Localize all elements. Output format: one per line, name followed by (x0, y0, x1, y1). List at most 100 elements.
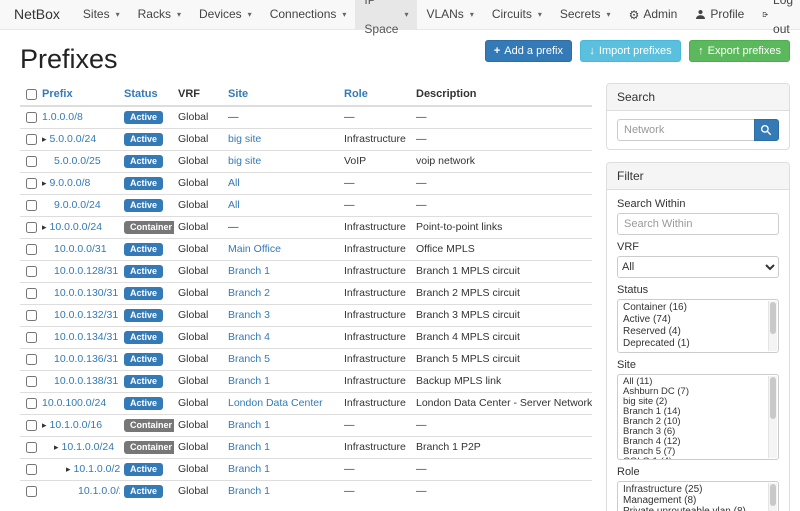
list-option[interactable]: Active (74) (620, 314, 768, 326)
list-option[interactable]: Branch 4 (12) (620, 437, 768, 447)
site-link[interactable]: London Data Center (228, 397, 323, 409)
list-option[interactable]: Branch 3 (6) (620, 427, 768, 437)
add-prefix-button[interactable]: + Add a prefix (485, 40, 572, 62)
search-button[interactable] (754, 119, 779, 141)
site-link[interactable]: Branch 1 (228, 485, 270, 497)
prefix-link[interactable]: 9.0.0.0/24 (54, 199, 101, 211)
row-checkbox[interactable] (26, 376, 37, 387)
list-option[interactable]: COLO 1 (4) (620, 457, 768, 460)
prefix-link[interactable]: 10.1.0.0/25 (74, 463, 120, 475)
prefix-link[interactable]: 10.0.0.132/31 (54, 309, 118, 321)
status-listbox[interactable]: Container (16)Active (74)Reserved (4)Dep… (617, 299, 779, 353)
scrollbar-thumb[interactable] (770, 484, 776, 506)
row-checkbox[interactable] (26, 354, 37, 365)
site-link[interactable]: Main Office (228, 243, 281, 255)
prefix-link[interactable]: 10.0.100.0/24 (42, 397, 106, 409)
nav-profile[interactable]: Profile (686, 0, 753, 29)
nav-logout[interactable]: Log out (753, 0, 800, 29)
nav-item-ip-space[interactable]: IP Space▾ (355, 0, 417, 29)
nav-item-racks[interactable]: Racks▾ (129, 0, 190, 29)
column-header-prefix[interactable]: Prefix (38, 83, 120, 106)
list-option[interactable]: Branch 2 (10) (620, 417, 768, 427)
site-link[interactable]: big site (228, 133, 261, 145)
scrollbar-thumb[interactable] (770, 377, 776, 419)
site-link[interactable]: Branch 1 (228, 441, 270, 453)
prefix-link[interactable]: 10.0.0.134/31 (54, 331, 118, 343)
select-all-checkbox[interactable] (26, 89, 37, 100)
import-prefixes-button[interactable]: ↓ Import prefixes (580, 40, 680, 62)
row-checkbox[interactable] (26, 244, 37, 255)
prefix-link[interactable]: 10.0.0.0/24 (50, 221, 103, 233)
list-option[interactable]: Branch 5 (7) (620, 447, 768, 457)
vrf-select[interactable]: All (617, 256, 779, 278)
app-brand[interactable]: NetBox (0, 0, 74, 29)
scrollbar-thumb[interactable] (770, 302, 776, 334)
row-checkbox[interactable] (26, 222, 37, 233)
row-checkbox[interactable] (26, 200, 37, 211)
list-option[interactable]: Infrastructure (25) (620, 484, 768, 495)
nav-item-devices[interactable]: Devices▾ (190, 0, 261, 29)
row-checkbox[interactable] (26, 112, 37, 123)
row-checkbox[interactable] (26, 134, 37, 145)
nav-admin[interactable]: ⚙ Admin (620, 0, 687, 29)
role-listbox[interactable]: Infrastructure (25)Management (8)Private… (617, 481, 779, 511)
nav-item-secrets[interactable]: Secrets▾ (551, 0, 620, 29)
column-header-role[interactable]: Role (340, 83, 412, 106)
site-link[interactable]: big site (228, 155, 261, 167)
row-checkbox[interactable] (26, 486, 37, 497)
search-input[interactable] (617, 119, 754, 141)
list-option[interactable]: All (11) (620, 377, 768, 387)
list-option[interactable]: Reserved (4) (620, 326, 768, 338)
row-checkbox[interactable] (26, 442, 37, 453)
row-checkbox[interactable] (26, 398, 37, 409)
list-option[interactable]: Ashburn DC (7) (620, 387, 768, 397)
list-option[interactable]: big site (2) (620, 397, 768, 407)
row-checkbox[interactable] (26, 332, 37, 343)
site-link[interactable]: Branch 1 (228, 419, 270, 431)
site-link[interactable]: Branch 2 (228, 287, 270, 299)
role-scrollbar[interactable] (768, 483, 777, 511)
prefix-link[interactable]: 10.1.0.0/16 (50, 419, 103, 431)
column-header-site[interactable]: Site (224, 83, 340, 106)
status-scrollbar[interactable] (768, 301, 777, 351)
row-checkbox[interactable] (26, 288, 37, 299)
site-link[interactable]: Branch 1 (228, 375, 270, 387)
nav-item-circuits[interactable]: Circuits▾ (483, 0, 551, 29)
nav-item-sites[interactable]: Sites▾ (74, 0, 129, 29)
prefix-link[interactable]: 9.0.0.0/8 (50, 177, 91, 189)
list-option[interactable]: Container (16) (620, 302, 768, 314)
row-checkbox[interactable] (26, 310, 37, 321)
row-checkbox[interactable] (26, 464, 37, 475)
row-checkbox[interactable] (26, 420, 37, 431)
column-header-status[interactable]: Status (120, 83, 174, 106)
site-link[interactable]: All (228, 199, 240, 211)
prefix-link[interactable]: 5.0.0.0/25 (54, 155, 101, 167)
prefix-link[interactable]: 1.0.0.0/8 (42, 111, 83, 123)
prefix-link[interactable]: 10.1.0.0/26 (78, 485, 120, 497)
prefix-link[interactable]: 10.1.0.0/24 (62, 441, 115, 453)
site-link[interactable]: Branch 1 (228, 265, 270, 277)
prefix-link[interactable]: 10.0.0.138/31 (54, 375, 118, 387)
list-option[interactable]: Management (8) (620, 495, 768, 506)
prefix-link[interactable]: 10.0.0.128/31 (54, 265, 118, 277)
site-scrollbar[interactable] (768, 376, 777, 458)
search-within-input[interactable] (617, 213, 779, 235)
prefix-link[interactable]: 5.0.0.0/24 (50, 133, 97, 145)
site-link[interactable]: Branch 4 (228, 331, 270, 343)
export-prefixes-button[interactable]: ↑ Export prefixes (689, 40, 790, 62)
prefix-link[interactable]: 10.0.0.130/31 (54, 287, 118, 299)
row-checkbox[interactable] (26, 266, 37, 277)
nav-item-vlans[interactable]: VLANs▾ (417, 0, 482, 29)
prefix-link[interactable]: 10.0.0.136/31 (54, 353, 118, 365)
site-link[interactable]: Branch 3 (228, 309, 270, 321)
list-option[interactable]: Private unrouteable vlan (8) (620, 506, 768, 511)
site-link[interactable]: Branch 1 (228, 463, 270, 475)
prefix-link[interactable]: 10.0.0.0/31 (54, 243, 107, 255)
site-link[interactable]: All (228, 177, 240, 189)
nav-item-connections[interactable]: Connections▾ (261, 0, 356, 29)
list-option[interactable]: Branch 1 (14) (620, 407, 768, 417)
list-option[interactable]: Deprecated (1) (620, 338, 768, 350)
site-listbox[interactable]: All (11)Ashburn DC (7)big site (2)Branch… (617, 374, 779, 460)
site-link[interactable]: Branch 5 (228, 353, 270, 365)
row-checkbox[interactable] (26, 156, 37, 167)
